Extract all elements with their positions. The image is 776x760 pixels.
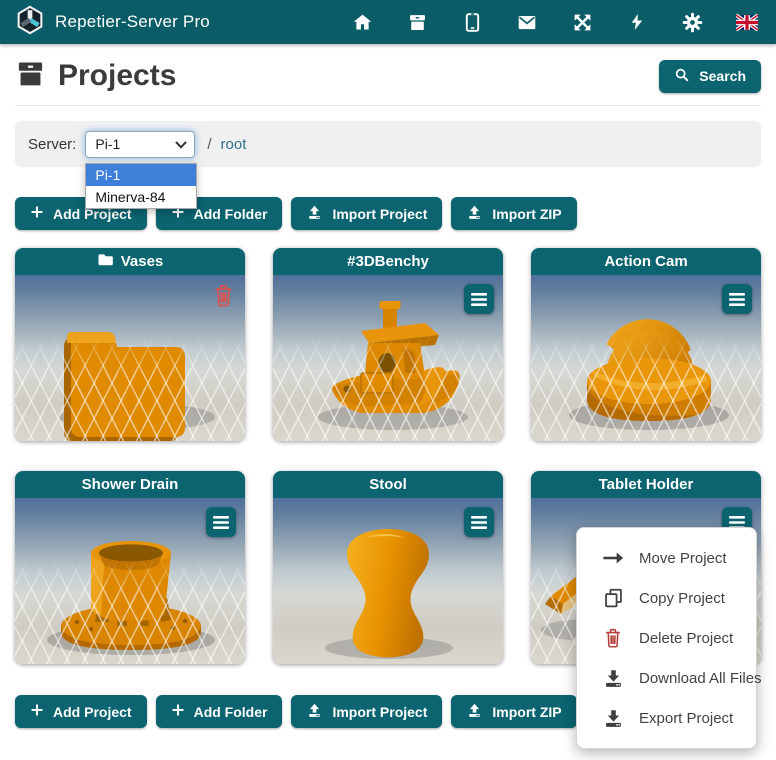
delete-trash-icon — [602, 627, 624, 649]
menu-item-copy-project[interactable]: Copy Project — [577, 578, 756, 618]
project-card-3dbenchy: #3DBenchy — [273, 248, 503, 441]
expand-arrows-icon[interactable] — [571, 11, 593, 33]
upload-icon — [466, 702, 483, 722]
server-select-wrap: Pi-1 Pi-1 Minerva-84 — [85, 131, 195, 158]
add-folder-button[interactable]: Add Folder — [156, 695, 283, 728]
project-card-stool: Stool — [273, 471, 503, 664]
project-card-shower-drain: Shower Drain — [15, 471, 245, 664]
projects-box-title-icon — [15, 58, 46, 94]
server-select[interactable]: Pi-1 — [85, 131, 195, 158]
tablet-icon[interactable] — [461, 11, 483, 33]
card-title: Tablet Holder — [599, 476, 694, 493]
card-header: #3DBenchy — [273, 248, 503, 275]
project-preview-vases[interactable] — [15, 275, 245, 441]
top-navbar: Repetier-Server Pro — [0, 0, 776, 44]
card-menu-icon[interactable] — [722, 284, 752, 314]
folder-icon — [97, 252, 114, 271]
search-icon — [674, 67, 690, 86]
import-zip-button[interactable]: Import ZIP — [451, 197, 576, 230]
import-project-button[interactable]: Import Project — [291, 695, 442, 728]
page-title: Projects — [58, 59, 176, 93]
card-title: Vases — [121, 253, 164, 270]
server-bar: Server: Pi-1 Pi-1 Minerva-84 / root — [15, 121, 761, 167]
export-download-icon — [602, 707, 624, 729]
navbar-icon-group — [351, 11, 758, 33]
plus-icon — [171, 703, 185, 720]
server-label: Server: — [28, 136, 76, 153]
card-header: Stool — [273, 471, 503, 498]
brand-link[interactable]: Repetier-Server Pro — [15, 5, 210, 40]
card-header: Action Cam — [531, 248, 761, 275]
upload-icon — [466, 204, 483, 224]
project-card-action-cam: Action Cam — [531, 248, 761, 441]
import-zip-button[interactable]: Import ZIP — [451, 695, 576, 728]
card-header: Vases — [15, 248, 245, 275]
add-project-button[interactable]: Add Project — [15, 695, 147, 728]
card-menu-icon[interactable] — [464, 507, 494, 537]
trash-icon[interactable] — [211, 283, 235, 309]
plus-icon — [30, 703, 44, 720]
card-title: Stool — [369, 476, 407, 493]
download-icon — [602, 667, 624, 689]
card-title: Action Cam — [604, 253, 687, 270]
card-title: Shower Drain — [82, 476, 179, 493]
server-option-pi1[interactable]: Pi-1 — [86, 164, 196, 186]
import-project-button[interactable]: Import Project — [291, 197, 442, 230]
project-card-vases: Vases — [15, 248, 245, 441]
search-button[interactable]: Search — [659, 60, 761, 93]
server-dropdown-list: Pi-1 Minerva-84 — [85, 163, 197, 209]
move-icon — [602, 547, 624, 569]
upload-icon — [306, 204, 323, 224]
gear-icon[interactable] — [681, 11, 703, 33]
uk-flag-icon[interactable] — [736, 11, 758, 33]
projects-box-icon[interactable] — [406, 11, 428, 33]
server-option-minerva84[interactable]: Minerva-84 — [86, 186, 196, 208]
upload-icon — [306, 702, 323, 722]
brand-title: Repetier-Server Pro — [55, 12, 210, 32]
home-icon[interactable] — [351, 11, 373, 33]
search-button-label: Search — [699, 68, 746, 84]
page-header: Projects Search — [15, 54, 761, 98]
project-preview-3dbenchy[interactable] — [273, 275, 503, 441]
bolt-icon[interactable] — [626, 11, 648, 33]
menu-item-export-project[interactable]: Export Project — [577, 698, 756, 738]
plus-icon — [30, 205, 44, 222]
card-menu-icon[interactable] — [464, 284, 494, 314]
copy-icon — [602, 587, 624, 609]
card-title: #3DBenchy — [347, 253, 429, 270]
header-divider — [15, 105, 761, 106]
breadcrumb-separator: / — [207, 136, 211, 153]
project-preview-stool[interactable] — [273, 498, 503, 664]
repetier-logo-icon — [15, 5, 45, 40]
menu-item-move-project[interactable]: Move Project — [577, 538, 756, 578]
chevron-down-icon — [175, 136, 187, 152]
server-select-value: Pi-1 — [95, 136, 120, 152]
card-header: Tablet Holder — [531, 471, 761, 498]
breadcrumb-root-link[interactable]: root — [221, 136, 247, 153]
project-preview-shower-drain[interactable] — [15, 498, 245, 664]
menu-item-download-all-files[interactable]: Download All Files — [577, 658, 756, 698]
project-context-menu: Move Project Copy Project Delete Project — [576, 527, 757, 749]
project-preview-action-cam[interactable] — [531, 275, 761, 441]
card-header: Shower Drain — [15, 471, 245, 498]
menu-item-delete-project[interactable]: Delete Project — [577, 618, 756, 658]
card-menu-icon[interactable] — [206, 507, 236, 537]
messages-icon[interactable] — [516, 11, 538, 33]
